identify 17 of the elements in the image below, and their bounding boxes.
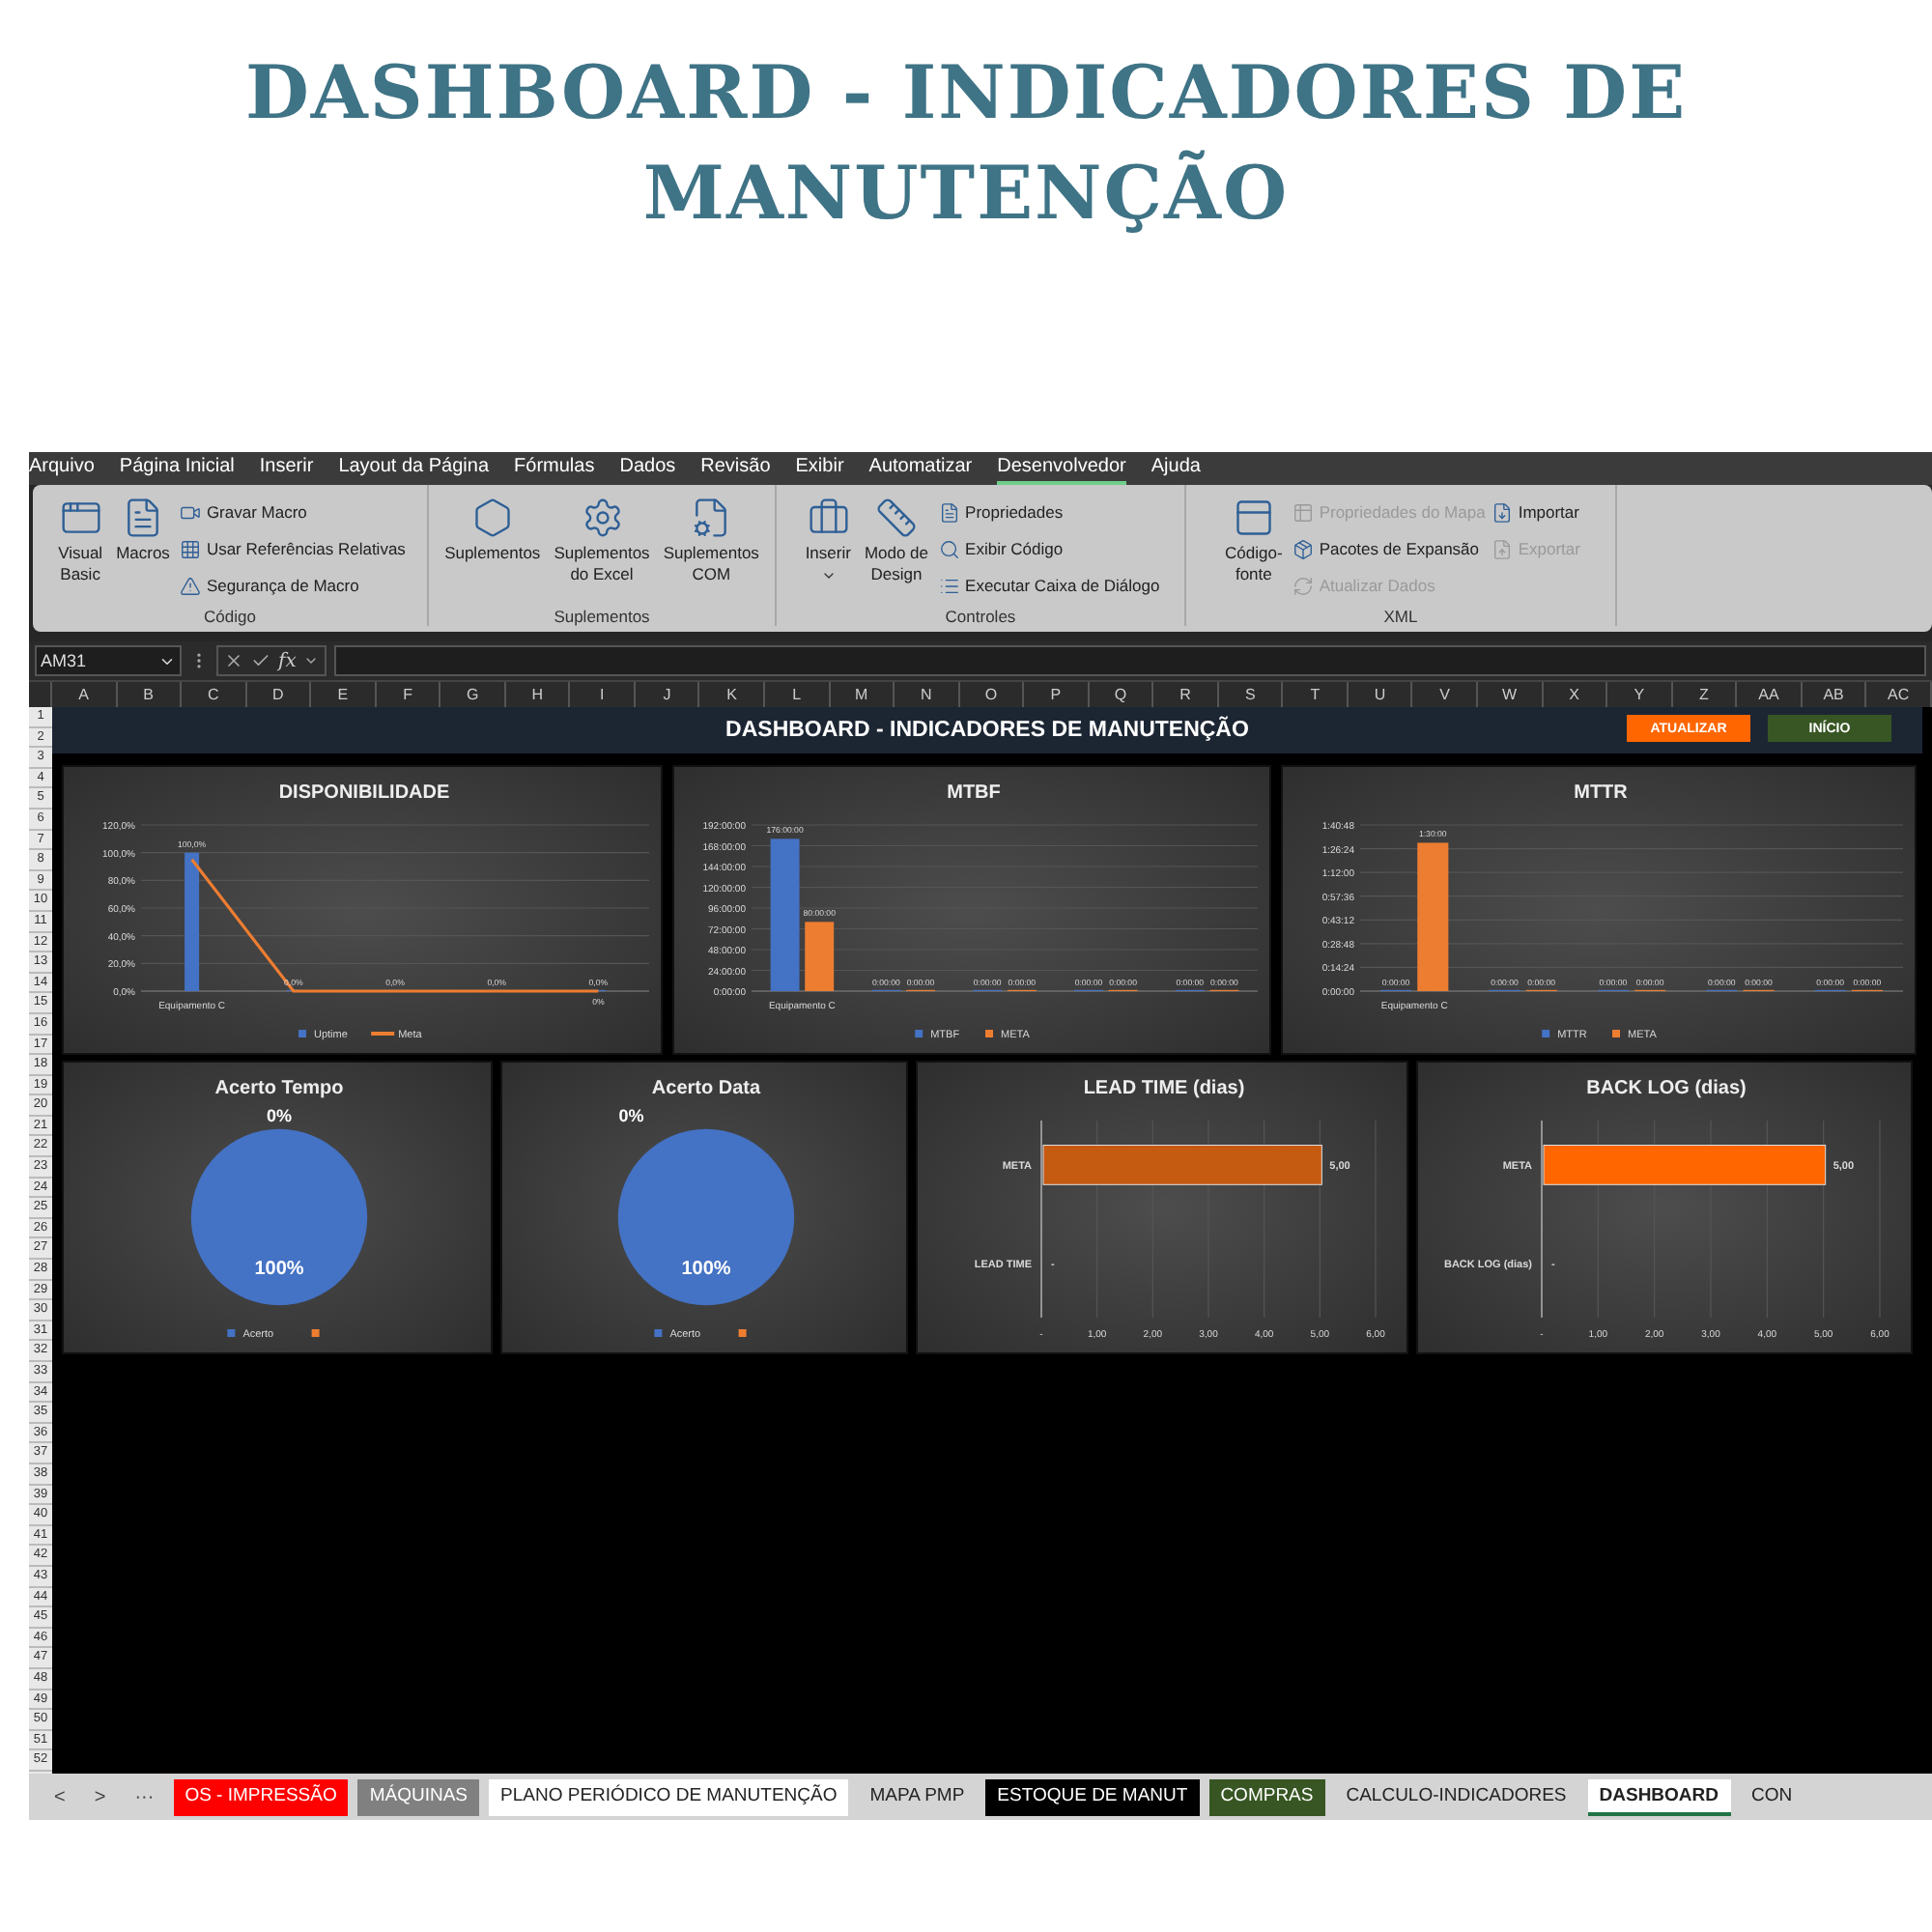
page-title: DASHBOARD - INDICADORES DE MANUTENÇÃO [242, 46, 1690, 240]
chart-title: BACK LOG (dias) [1586, 1078, 1747, 1099]
group-label: XML [1383, 607, 1418, 626]
data-label: 100% [681, 1259, 731, 1281]
chart-title: MTBF [947, 782, 1001, 804]
data-label: 0% [618, 1105, 644, 1125]
dashboard-title: DASHBOARD - INDICADORES DE MANUTENÇÃO [725, 719, 1249, 742]
chart-title: Acerto Tempo [214, 1078, 344, 1099]
group-label: Código [204, 607, 256, 626]
data-label: 100% [254, 1259, 304, 1281]
chart-title: LEAD TIME (dias) [1083, 1078, 1245, 1099]
chart-title: DISPONIBILIDADE [278, 782, 450, 804]
data-label: 0% [267, 1105, 292, 1125]
chart-title: MTTR [1574, 782, 1628, 804]
chart-title: Acerto Data [651, 1078, 761, 1099]
group-label: Suplementos [554, 607, 650, 626]
group-label: Controles [945, 607, 1016, 626]
